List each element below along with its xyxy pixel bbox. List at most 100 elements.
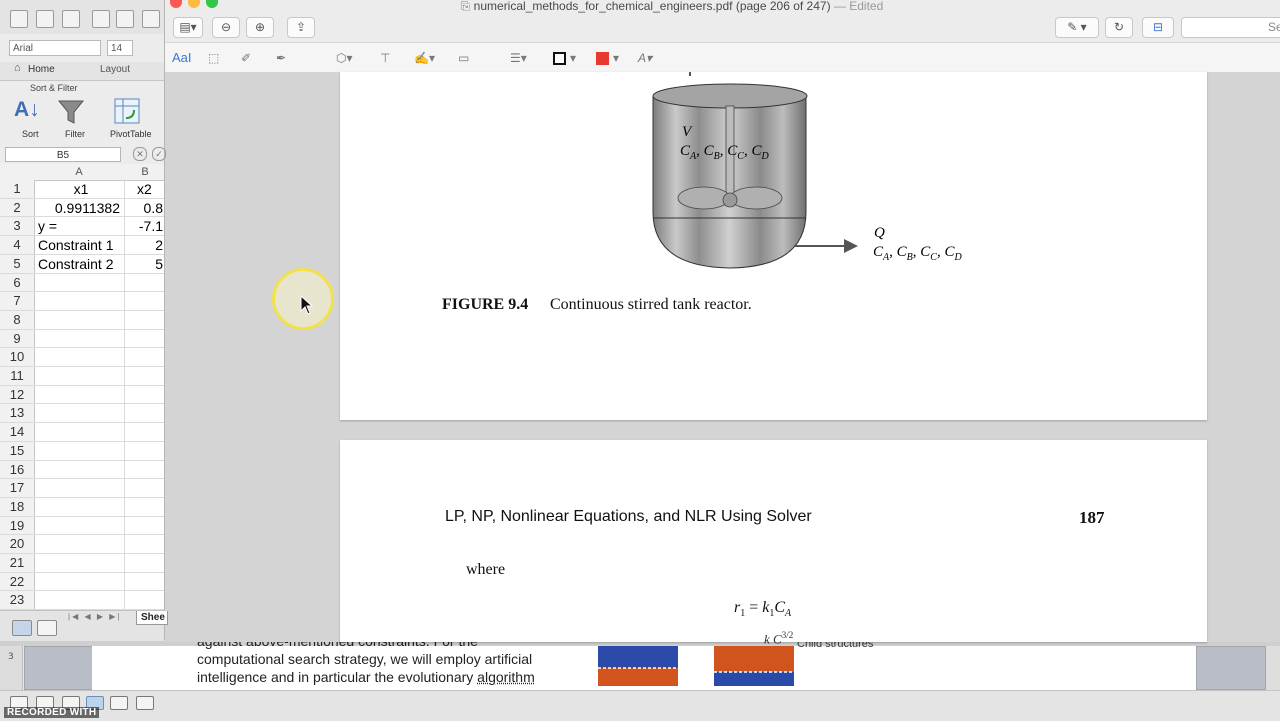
column-header-a[interactable]: A	[34, 164, 124, 180]
search-input[interactable]: Se	[1181, 17, 1280, 38]
cell-a14[interactable]	[38, 423, 124, 442]
cell-a3[interactable]: y =	[38, 217, 124, 236]
cell-b8[interactable]	[125, 311, 164, 330]
cell-a12[interactable]	[38, 386, 124, 405]
cell-b6[interactable]	[125, 274, 164, 293]
word-sidebar-thumbnail[interactable]	[24, 646, 94, 690]
cell-a9[interactable]	[38, 330, 124, 349]
formula-confirm-icon[interactable]: ✓	[152, 147, 166, 161]
cell-b3[interactable]: -7.1	[125, 217, 164, 236]
cell-b4[interactable]: 2	[125, 236, 164, 255]
tab-layout[interactable]: Layout	[100, 64, 130, 75]
normal-view-icon[interactable]	[12, 620, 32, 636]
cell-b14[interactable]	[125, 423, 164, 442]
save-icon[interactable]	[116, 10, 134, 28]
row-header[interactable]: 15	[0, 442, 34, 461]
cell-a22[interactable]	[38, 573, 124, 592]
rectangular-selection-icon[interactable]: ⬚	[208, 50, 219, 66]
sort-button-label[interactable]: Sort	[22, 129, 39, 139]
row-header[interactable]: 23	[0, 591, 34, 610]
row-header[interactable]: 19	[0, 517, 34, 536]
row-header[interactable]: 13	[0, 404, 34, 423]
line-style-icon[interactable]: ☰▾	[510, 50, 527, 66]
row-header[interactable]: 21	[0, 554, 34, 573]
pivot-table-button-label[interactable]: PivotTable	[110, 129, 152, 139]
new-workbook-icon[interactable]	[10, 10, 28, 28]
sketch-icon[interactable]: ✐	[241, 50, 251, 66]
border-color-chevron-icon[interactable]: ▾	[570, 50, 576, 66]
row-header[interactable]: 12	[0, 386, 34, 405]
tab-home[interactable]: Home	[28, 64, 55, 75]
row-header[interactable]: 16	[0, 461, 34, 480]
cell-b23[interactable]	[125, 591, 164, 610]
text-box-icon[interactable]: ⊤	[380, 50, 390, 66]
row-header[interactable]: 8	[0, 311, 34, 330]
cell-b17[interactable]	[125, 479, 164, 498]
sheet-tab[interactable]: Shee	[136, 611, 168, 625]
cell-b12[interactable]	[125, 386, 164, 405]
print-icon[interactable]	[142, 10, 160, 28]
cell-b2[interactable]: 0.8	[125, 199, 164, 218]
cell-a19[interactable]	[38, 517, 124, 536]
sidebar-toggle-button[interactable]: ▤▾	[173, 17, 203, 38]
cell-a13[interactable]	[38, 404, 124, 423]
macro-icon[interactable]	[92, 10, 110, 28]
row-header[interactable]: 10	[0, 348, 34, 367]
row-header[interactable]: 11	[0, 367, 34, 386]
cell-b10[interactable]	[125, 348, 164, 367]
filter-button-label[interactable]: Filter	[65, 129, 85, 139]
row-header[interactable]: 17	[0, 479, 34, 498]
focus-view-icon[interactable]	[136, 696, 154, 710]
cell-a20[interactable]	[38, 535, 124, 554]
cell-b5[interactable]: 5	[125, 255, 164, 274]
cell-a23[interactable]	[38, 591, 124, 610]
cell-b20[interactable]	[125, 535, 164, 554]
font-size-select[interactable]: 14	[107, 40, 133, 56]
zoom-in-button[interactable]: ⊕	[246, 17, 274, 38]
filter-icon[interactable]	[57, 98, 85, 126]
font-name-select[interactable]: Arial	[9, 40, 101, 56]
shapes-icon[interactable]: ⬡▾	[336, 50, 353, 66]
cell-b13[interactable]	[125, 404, 164, 423]
templates-icon[interactable]	[36, 10, 54, 28]
cell-a21[interactable]	[38, 554, 124, 573]
share-button[interactable]: ⇪	[287, 17, 315, 38]
cell-b16[interactable]	[125, 461, 164, 480]
cell-b22[interactable]	[125, 573, 164, 592]
cell-a18[interactable]	[38, 498, 124, 517]
rotate-button[interactable]: ↻	[1105, 17, 1133, 38]
fill-color-chevron-icon[interactable]: ▾	[613, 50, 619, 66]
row-header[interactable]: 20	[0, 535, 34, 554]
name-box[interactable]: B5	[5, 147, 121, 162]
cell-a2[interactable]: 0.9911382	[34, 199, 124, 218]
cell-b11[interactable]	[125, 367, 164, 386]
cell-a7[interactable]	[38, 292, 124, 311]
cell-a10[interactable]	[38, 348, 124, 367]
cell-a8[interactable]	[38, 311, 124, 330]
row-header[interactable]: 22	[0, 573, 34, 592]
sort-icon[interactable]: A↓	[14, 98, 40, 122]
cell-b7[interactable]	[125, 292, 164, 311]
row-header[interactable]: 18	[0, 498, 34, 517]
sheet-navigation-arrows[interactable]: |◀ ◀ ▶ ▶|	[68, 612, 121, 621]
text-selection-tool[interactable]: AaI	[172, 50, 192, 65]
draw-icon[interactable]: ✒	[276, 50, 286, 66]
toolbox-button[interactable]: ⊟	[1142, 17, 1174, 38]
markup-toolbar-button[interactable]: ✎ ▾	[1055, 17, 1099, 38]
cell-b19[interactable]	[125, 517, 164, 536]
row-header[interactable]: 7	[0, 292, 34, 311]
word-sidebar-thumbnail-right[interactable]	[1196, 646, 1266, 690]
row-header[interactable]: 4	[0, 236, 34, 255]
cell-a5[interactable]: Constraint 2	[38, 255, 124, 274]
word-scrollbar[interactable]	[1266, 646, 1280, 690]
cell-a11[interactable]	[38, 367, 124, 386]
notebook-view-icon[interactable]	[110, 696, 128, 710]
cell-a16[interactable]	[38, 461, 124, 480]
open-icon[interactable]	[62, 10, 80, 28]
column-header-b[interactable]: B	[125, 164, 165, 180]
row-header[interactable]: 2	[0, 199, 34, 218]
row-header[interactable]: 9	[0, 330, 34, 349]
cell-a15[interactable]	[38, 442, 124, 461]
cell-b15[interactable]	[125, 442, 164, 461]
text-style-icon[interactable]: A▾	[638, 50, 652, 66]
